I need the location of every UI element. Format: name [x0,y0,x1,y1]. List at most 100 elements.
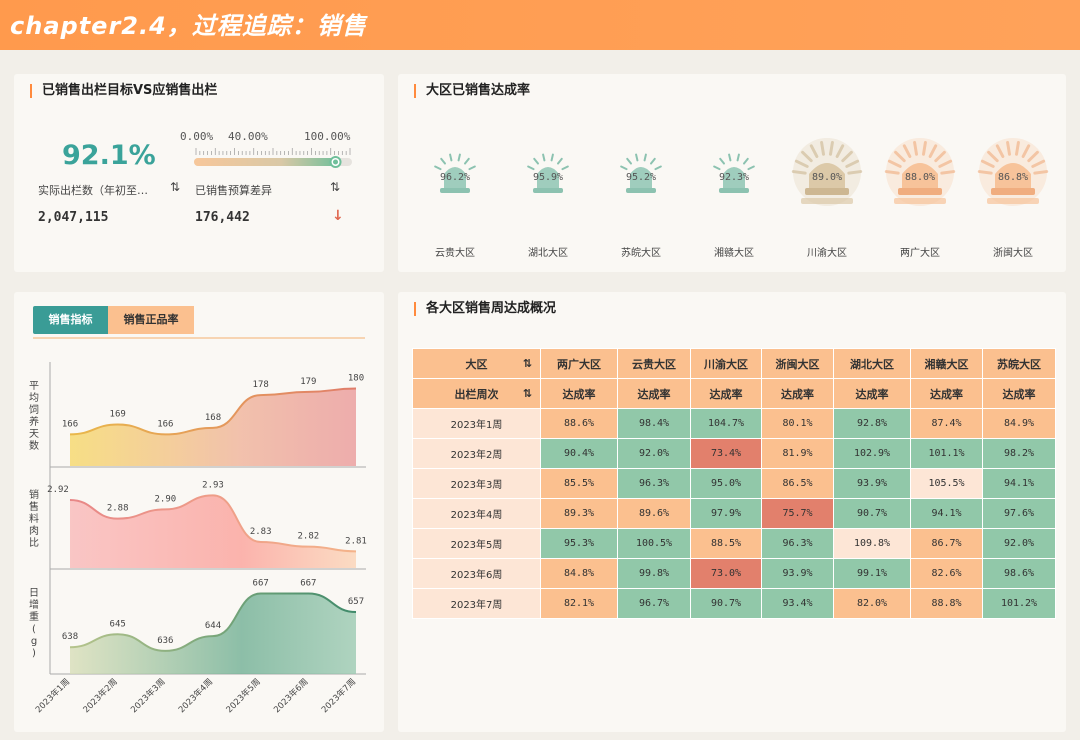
gauge-knob-dot [333,159,339,165]
table-row[interactable]: 2023年4周 89.3% 89.6% 97.9% 75.7% 90.7% 94.1% 97.… [412,498,1056,529]
axis-title: 肉 [29,524,39,537]
rate-cell: 93.9% [833,468,911,499]
kpi-card-title: 已销售出栏目标VS应销售出栏 [30,84,217,98]
rate-cell: 80.1% [761,408,834,439]
region-name: 川渝大区 [807,248,847,259]
region-column-header[interactable]: 川渝大区 [690,348,762,379]
alarm-light-icon: 86.8% [977,138,1049,206]
region-rate: 95.9% [533,172,563,183]
region-item[interactable]: 95.9% 湖北大区 [508,74,588,264]
budget-variance-label: 已销售预算差异 [195,184,272,197]
data-label: 178 [253,380,269,390]
ray [719,157,726,165]
region-item[interactable]: 92.3% 湘赣大区 [694,74,774,264]
region-item[interactable]: 95.2% 苏皖大区 [601,74,681,264]
region-column-header[interactable]: 湖北大区 [833,348,911,379]
region-column-header[interactable]: 湘赣大区 [910,348,983,379]
table-row[interactable]: 2023年2周 90.4% 92.0% 73.4% 81.9% 102.9% 101.1% 9… [412,438,1056,469]
axis-title: ( [32,624,36,635]
metric-column-header[interactable]: 达成率 [833,378,911,409]
scale-label-mid: 40.00% [228,130,268,143]
region-column-header[interactable]: 浙闽大区 [761,348,834,379]
sort-icon[interactable]: ⇅ [523,357,532,370]
rate-cell: 109.8% [833,528,911,559]
ray [654,165,662,171]
ray [440,157,447,165]
metric-column-header[interactable]: 达成率 [910,378,983,409]
data-label: 645 [110,619,126,629]
rate-cell: 93.9% [761,558,834,589]
table-row[interactable]: 2023年7周 82.1% 96.7% 90.7% 93.4% 82.0% 88.8% 101… [412,588,1056,619]
region-item[interactable]: 96.2% 云贵大区 [415,74,495,264]
ray [940,170,956,175]
ray [820,140,825,156]
rate-cell: 92.0% [617,438,691,469]
region-rate: 95.2% [626,172,656,183]
table-row[interactable]: 2023年3周 85.5% 96.3% 95.0% 86.5% 93.9% 105.5% 94… [412,468,1056,499]
arrow-down-icon: ↓ [332,208,344,224]
metrics-panel: 销售指标 销售正品率 166 169 166 168 178 179 180 平均饲养天数 2.… [14,292,384,732]
data-label: 2.92 [47,485,69,495]
rate-cell: 99.8% [617,558,691,589]
region-name: 浙闽大区 [993,248,1033,259]
ray [556,157,563,165]
metric-column-header[interactable]: 达成率 [690,378,762,409]
table-card-title: 各大区销售周达成概况 [414,302,556,316]
ray [468,165,476,171]
region-rate: 86.8% [998,172,1028,183]
kpi-percent: 92.1% [62,140,156,171]
region-rate: 88.0% [905,172,935,183]
rate-cell: 104.7% [690,408,762,439]
ray [713,165,721,171]
weekly-achievement-table: 大区 ⇅ 两广大区 云贵大区 川渝大区 浙闽大区 湖北大区 湘赣大区 苏皖大区 出栏周次 ⇅… [412,348,1056,619]
axis-title: 增 [29,598,39,611]
light-base [898,188,942,195]
data-label: 636 [157,636,173,646]
ray [643,153,647,162]
ray [913,140,918,156]
ray [561,165,569,171]
light-base [440,188,470,193]
ray [533,157,540,165]
table-row[interactable]: 2023年6周 84.8% 99.8% 73.0% 93.9% 99.1% 82.6% 98.… [412,558,1056,589]
axis-title: 数 [29,439,39,452]
week-header-label: 出栏周次 [454,387,499,401]
region-item[interactable]: 89.0% 川渝大区 [787,74,867,264]
light-base [805,188,849,195]
rate-cell: 96.3% [761,528,834,559]
data-label: 2.90 [154,494,176,504]
tab-underline [33,337,365,339]
week-header-cell[interactable]: 出栏周次 ⇅ [412,378,541,409]
table-header-metrics: 出栏周次 ⇅ 达成率 达成率 达成率 达成率 达成率 达成率 达成率 [412,378,1056,409]
metric-column-header[interactable]: 达成率 [761,378,834,409]
region-item[interactable]: 88.0% 两广大区 [880,74,960,264]
ray [728,153,732,162]
region-column-header[interactable]: 两广大区 [540,348,618,379]
metric-column-header[interactable]: 达成率 [617,378,691,409]
light-base-2 [801,198,853,204]
sort-icon[interactable]: ⇅ [170,180,180,194]
rate-cell: 105.5% [910,468,983,499]
sort-icon[interactable]: ⇅ [330,180,340,194]
tab-sales-metrics[interactable]: 销售指标 [33,306,108,334]
metric-column-header[interactable]: 达成率 [540,378,618,409]
axis-title: 比 [29,537,39,549]
sort-icon[interactable]: ⇅ [523,387,532,400]
ray [922,140,927,156]
metric-column-header[interactable]: 达成率 [982,378,1056,409]
region-column-header[interactable]: 苏皖大区 [982,348,1056,379]
rate-cell: 98.6% [982,558,1056,589]
tab-sales-quality-rate[interactable]: 销售正品率 [108,306,194,334]
region-column-header[interactable]: 云贵大区 [617,348,691,379]
axis-title: g [31,636,37,647]
region-item[interactable]: 86.8% 浙闽大区 [973,74,1053,264]
rate-cell: 101.1% [910,438,983,469]
rate-cell: 73.4% [690,438,762,469]
rate-cell: 93.4% [761,588,834,619]
table-body: 2023年1周 88.6% 98.4% 104.7% 80.1% 92.8% 87.4% 84… [412,408,1056,619]
table-row[interactable]: 2023年1周 88.6% 98.4% 104.7% 80.1% 92.8% 87.4% 84… [412,408,1056,439]
table-row[interactable]: 2023年5周 95.3% 100.5% 88.5% 96.3% 109.8% 86.7% 9… [412,528,1056,559]
data-label: 657 [348,597,364,607]
data-label: 166 [62,419,78,429]
region-header-cell[interactable]: 大区 ⇅ [412,348,541,379]
